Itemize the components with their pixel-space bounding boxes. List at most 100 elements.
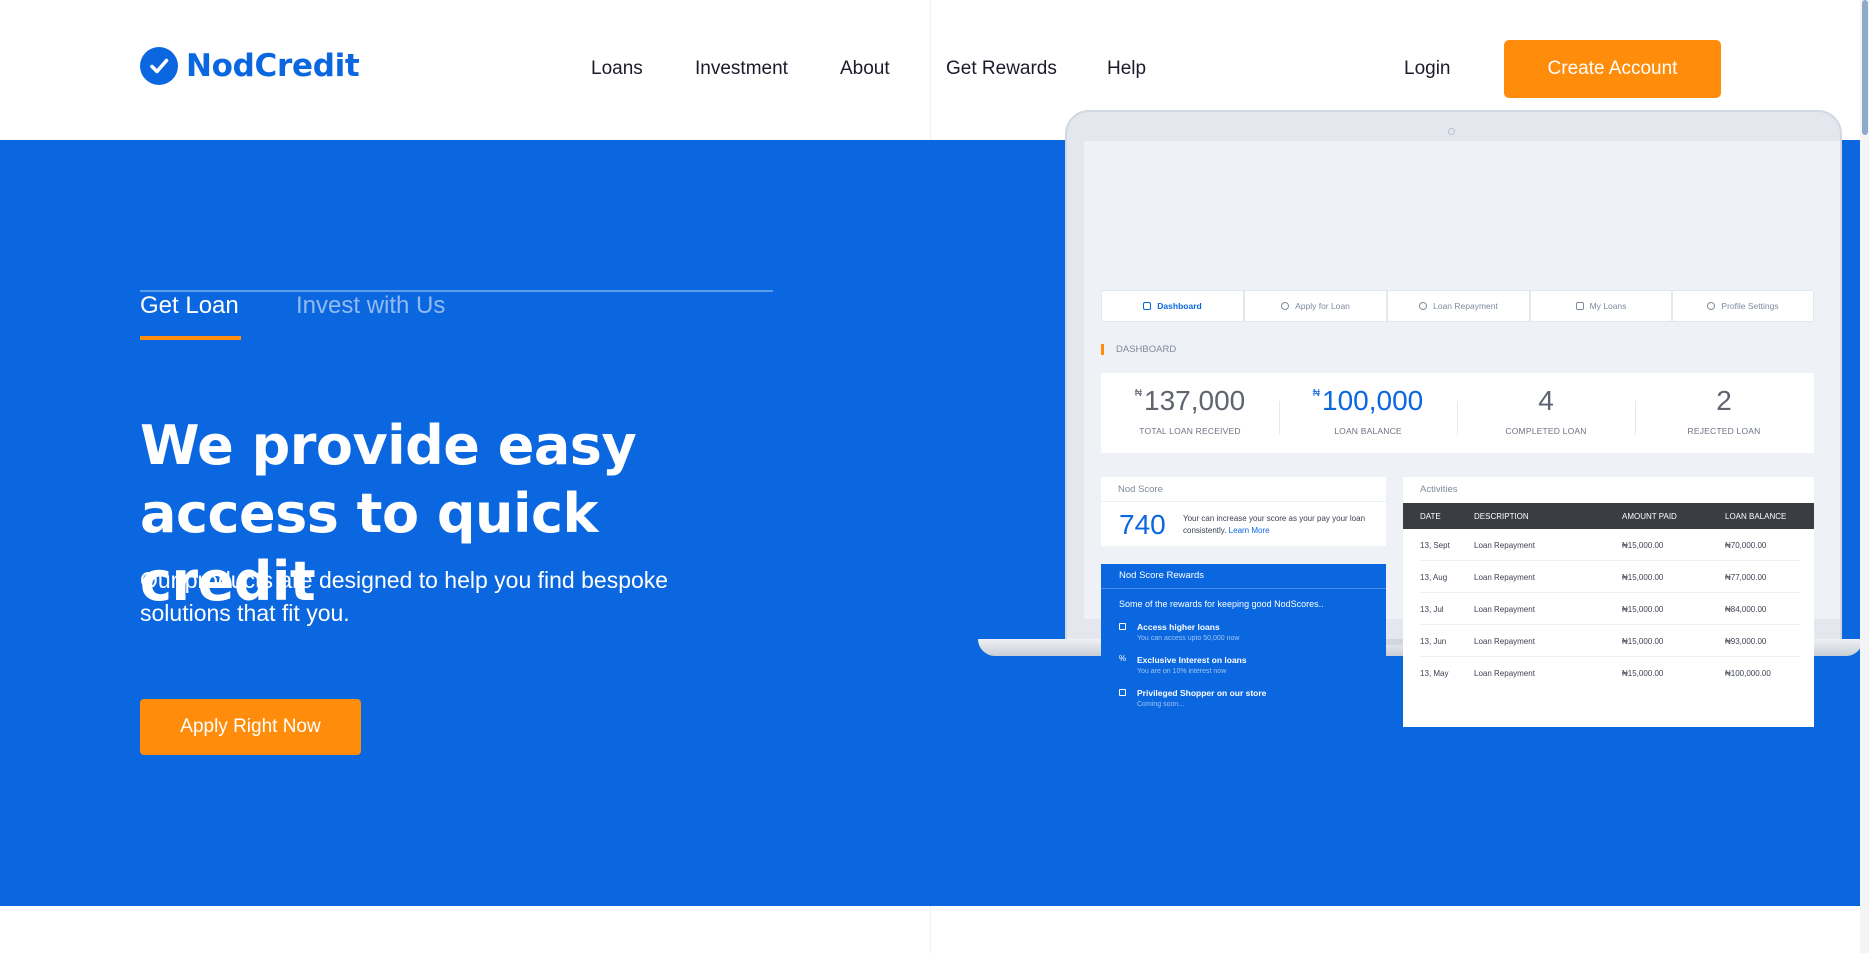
- header-divider: [930, 0, 931, 140]
- login-link[interactable]: Login: [1404, 58, 1451, 80]
- stat-value: 4: [1538, 385, 1554, 416]
- create-account-button[interactable]: Create Account: [1504, 40, 1721, 98]
- stat-label: COMPLETED LOAN: [1505, 426, 1587, 436]
- dash-tab-label: My Loans: [1589, 301, 1627, 311]
- check-circle-icon: [1281, 302, 1290, 310]
- dash-tab-label: Apply for Loan: [1295, 301, 1350, 311]
- dash-tab-label: Profile Settings: [1721, 301, 1779, 311]
- nav-investment[interactable]: Investment: [695, 58, 788, 80]
- cell-description: Loan Repayment: [1474, 669, 1535, 678]
- dash-tab-label: Loan Repayment: [1433, 301, 1498, 311]
- card-divider: [1101, 588, 1386, 589]
- activities-heading: Activities: [1420, 484, 1458, 495]
- cell-description: Loan Repayment: [1474, 637, 1535, 646]
- cell-amount: ₦15,000.00: [1622, 541, 1664, 550]
- cell-description: Loan Repayment: [1474, 573, 1535, 582]
- activities-card: Activities DATE DESCRIPTION AMOUNT PAID …: [1403, 477, 1814, 727]
- nav-loans[interactable]: Loans: [591, 58, 643, 80]
- score-heading: Nod Score: [1118, 484, 1163, 495]
- dash-tab-apply[interactable]: Apply for Loan: [1244, 290, 1387, 322]
- cell-amount: ₦15,000.00: [1622, 669, 1664, 678]
- reward-title: Access higher loans: [1137, 622, 1220, 632]
- stat-value: 2: [1716, 385, 1732, 416]
- rewards-card: Nod Score Rewards Some of the rewards fo…: [1101, 564, 1386, 727]
- briefcase-icon: [1119, 623, 1126, 630]
- dash-tab-my-loans[interactable]: My Loans: [1530, 290, 1672, 322]
- scrollbar-thumb[interactable]: [1862, 0, 1868, 135]
- cell-balance: ₦100,000.00: [1725, 669, 1771, 678]
- card-divider: [1101, 501, 1386, 502]
- cell-description: Loan Repayment: [1474, 541, 1535, 550]
- stat-rejected-loan: 2 REJECTED LOAN: [1635, 373, 1813, 453]
- cell-description: Loan Repayment: [1474, 605, 1535, 614]
- score-value: 740: [1119, 509, 1166, 540]
- cell-date: 13, Jun: [1420, 637, 1447, 646]
- coin-icon: [1419, 302, 1428, 310]
- stat-label: LOAN BALANCE: [1334, 426, 1402, 436]
- cell-balance: ₦93,000.00: [1725, 637, 1767, 646]
- rewards-intro: Some of the rewards for keeping good Nod…: [1119, 599, 1324, 609]
- cell-date: 13, May: [1420, 669, 1449, 678]
- laptop-camera: [1448, 128, 1455, 135]
- dash-tab-profile[interactable]: Profile Settings: [1672, 290, 1814, 322]
- reward-title: Exclusive Interest on loans: [1137, 655, 1247, 665]
- reward-subtitle: You are on 10% interest now: [1137, 668, 1227, 675]
- gear-icon: [1707, 302, 1716, 310]
- cell-amount: ₦15,000.00: [1622, 605, 1664, 614]
- apply-now-button[interactable]: Apply Right Now: [140, 699, 361, 755]
- stats-card: ₦137,000 TOTAL LOAN RECEIVED ₦100,000 LO…: [1101, 373, 1814, 453]
- tab-get-loan[interactable]: Get Loan: [140, 292, 239, 320]
- section-divider: [930, 906, 931, 953]
- percent-icon: %: [1119, 654, 1127, 663]
- score-text: Your can increase your score as your pay…: [1183, 513, 1383, 537]
- cell-amount: ₦15,000.00: [1622, 573, 1664, 582]
- cell-date: 13, Aug: [1420, 573, 1448, 582]
- column-header: DATE: [1420, 512, 1441, 521]
- cell-amount: ₦15,000.00: [1622, 637, 1664, 646]
- column-header: AMOUNT PAID: [1622, 512, 1677, 521]
- tab-invest-with-us[interactable]: Invest with Us: [296, 292, 445, 320]
- hero-subtitle: Our products are designed to help you fi…: [140, 567, 669, 626]
- dashboard-section-label: DASHBOARD: [1101, 344, 1176, 355]
- page-scrollbar[interactable]: [1860, 0, 1869, 953]
- dash-tab-label: Dashboard: [1157, 301, 1202, 311]
- stat-completed-loan: 4 COMPLETED LOAN: [1457, 373, 1635, 453]
- cell-balance: ₦77,000.00: [1725, 573, 1767, 582]
- stat-value: 100,000: [1322, 385, 1424, 416]
- brand-logo[interactable]: NodCredit: [140, 47, 360, 85]
- column-header: DESCRIPTION: [1474, 512, 1529, 521]
- dash-tab-repayment[interactable]: Loan Repayment: [1387, 290, 1530, 322]
- score-description: Your can increase your score as your pay…: [1183, 514, 1366, 535]
- learn-more-link[interactable]: Learn More: [1229, 526, 1270, 535]
- reward-subtitle: You can access upto 50,000 now: [1137, 635, 1240, 642]
- reward-title: Privileged Shopper on our store: [1137, 688, 1267, 698]
- rewards-heading: Nod Score Rewards: [1119, 570, 1205, 581]
- nod-score-card: Nod Score 740 Your can increase your sco…: [1101, 477, 1386, 546]
- nav-help[interactable]: Help: [1107, 58, 1146, 80]
- list-icon: [1575, 302, 1584, 310]
- cell-balance: ₦70,000.00: [1725, 541, 1767, 550]
- home-icon: [1143, 302, 1152, 310]
- nav-about[interactable]: About: [840, 58, 890, 80]
- activities-table-header: DATE DESCRIPTION AMOUNT PAID LOAN BALANC…: [1403, 503, 1814, 529]
- stat-value: 137,000: [1144, 385, 1246, 416]
- check-icon: [140, 47, 178, 85]
- table-row: 13, Aug Loan Repayment ₦15,000.00 ₦77,00…: [1420, 561, 1800, 593]
- cell-date: 13, Jul: [1420, 605, 1444, 614]
- cell-date: 13, Sept: [1420, 541, 1450, 550]
- currency-symbol: ₦: [1134, 388, 1142, 399]
- column-header: LOAN BALANCE: [1725, 512, 1787, 521]
- table-row: 13, Jun Loan Repayment ₦15,000.00 ₦93,00…: [1420, 625, 1800, 657]
- nav-get-rewards[interactable]: Get Rewards: [946, 58, 1057, 80]
- brand-name: NodCredit: [186, 48, 360, 84]
- reward-subtitle: Coming soon...: [1137, 701, 1185, 708]
- stat-label: TOTAL LOAN RECEIVED: [1139, 426, 1241, 436]
- cart-icon: [1119, 689, 1126, 696]
- table-row: 13, May Loan Repayment ₦15,000.00 ₦100,0…: [1420, 657, 1800, 689]
- stat-label: REJECTED LOAN: [1687, 426, 1761, 436]
- table-row: 13, Jul Loan Repayment ₦15,000.00 ₦84,00…: [1420, 593, 1800, 625]
- cell-balance: ₦84,000.00: [1725, 605, 1767, 614]
- stat-loan-balance: ₦100,000 LOAN BALANCE: [1279, 373, 1457, 453]
- dash-tab-dashboard[interactable]: Dashboard: [1101, 290, 1244, 322]
- table-row: 13, Sept Loan Repayment ₦15,000.00 ₦70,0…: [1420, 529, 1800, 561]
